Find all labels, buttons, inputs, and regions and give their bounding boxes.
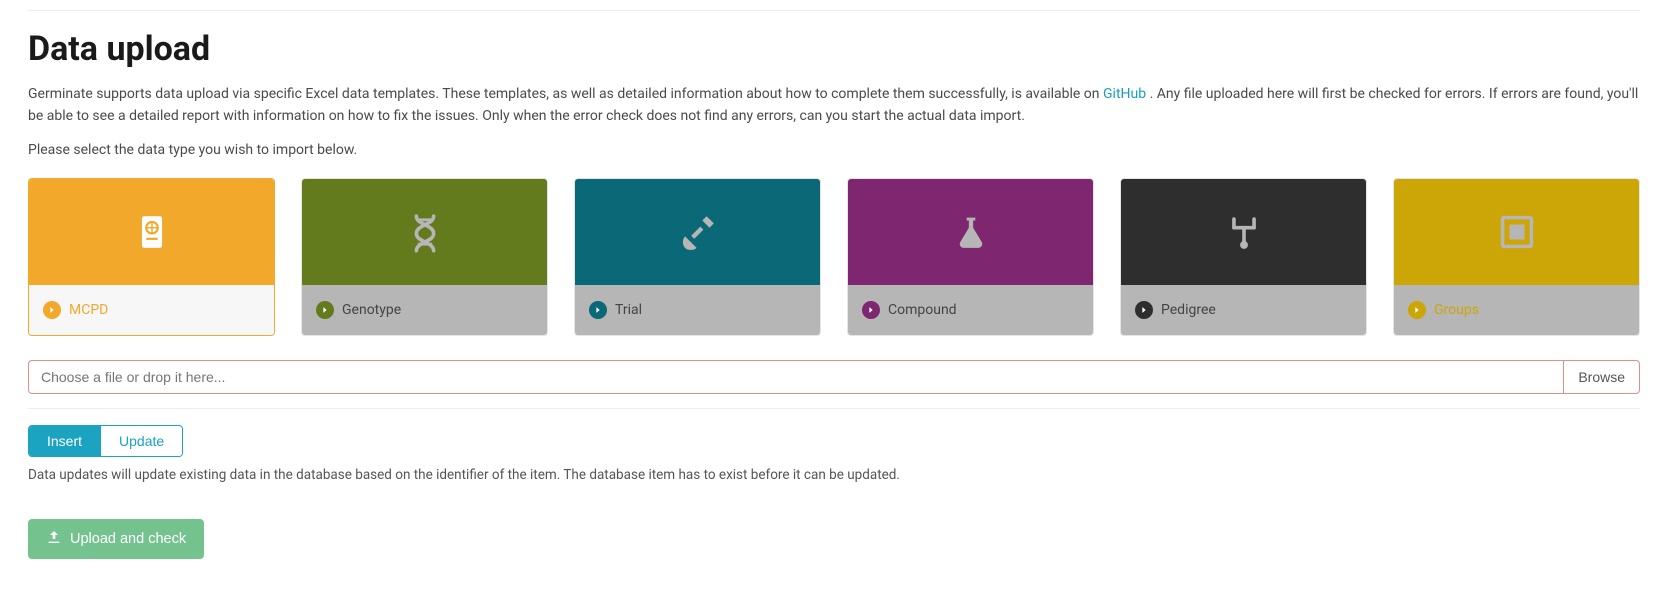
arrow-right-icon [1408, 301, 1426, 319]
card-compound[interactable]: Compound [847, 178, 1094, 336]
card-genotype[interactable]: Genotype [301, 178, 548, 336]
card-mcpd[interactable]: MCPD [28, 178, 275, 336]
upload-icon [46, 529, 62, 549]
update-tab[interactable]: Update [100, 426, 182, 456]
passport-icon [29, 179, 274, 285]
card-label: Genotype [342, 302, 401, 318]
select-type-prompt: Please select the data type you wish to … [28, 142, 1640, 158]
card-label: Trial [615, 302, 642, 318]
help-text: Data updates will update existing data i… [28, 467, 1640, 483]
mode-toggle: Insert Update [28, 425, 183, 457]
arrow-right-icon [1135, 301, 1153, 319]
browse-button[interactable]: Browse [1563, 360, 1640, 394]
arrow-right-icon [43, 301, 61, 319]
github-link[interactable]: GitHub [1103, 86, 1146, 102]
file-input[interactable] [28, 360, 1563, 394]
arrow-right-icon [862, 301, 880, 319]
shovel-icon [575, 179, 820, 285]
intro-paragraph: Germinate supports data upload via speci… [28, 83, 1640, 128]
insert-tab[interactable]: Insert [29, 426, 100, 456]
intro-prefix: Germinate supports data upload via speci… [28, 86, 1103, 102]
mid-divider [28, 408, 1640, 409]
upload-label: Upload and check [70, 531, 186, 547]
group-icon [1394, 179, 1639, 285]
page-title: Data upload [28, 29, 1640, 69]
card-trial[interactable]: Trial [574, 178, 821, 336]
card-label: Pedigree [1161, 302, 1216, 318]
card-label: MCPD [69, 302, 108, 318]
upload-and-check-button[interactable]: Upload and check [28, 519, 204, 559]
arrow-right-icon [316, 301, 334, 319]
tree-icon [1121, 179, 1366, 285]
arrow-right-icon [589, 301, 607, 319]
card-label: Compound [888, 302, 957, 318]
flask-icon [848, 179, 1093, 285]
card-pedigree[interactable]: Pedigree [1120, 178, 1367, 336]
dna-icon [302, 179, 547, 285]
data-type-cards: MCPD Genotype [28, 178, 1640, 336]
top-divider [28, 10, 1640, 11]
file-input-row: Browse [28, 360, 1640, 394]
card-groups[interactable]: Groups [1393, 178, 1640, 336]
card-label: Groups [1434, 302, 1479, 318]
